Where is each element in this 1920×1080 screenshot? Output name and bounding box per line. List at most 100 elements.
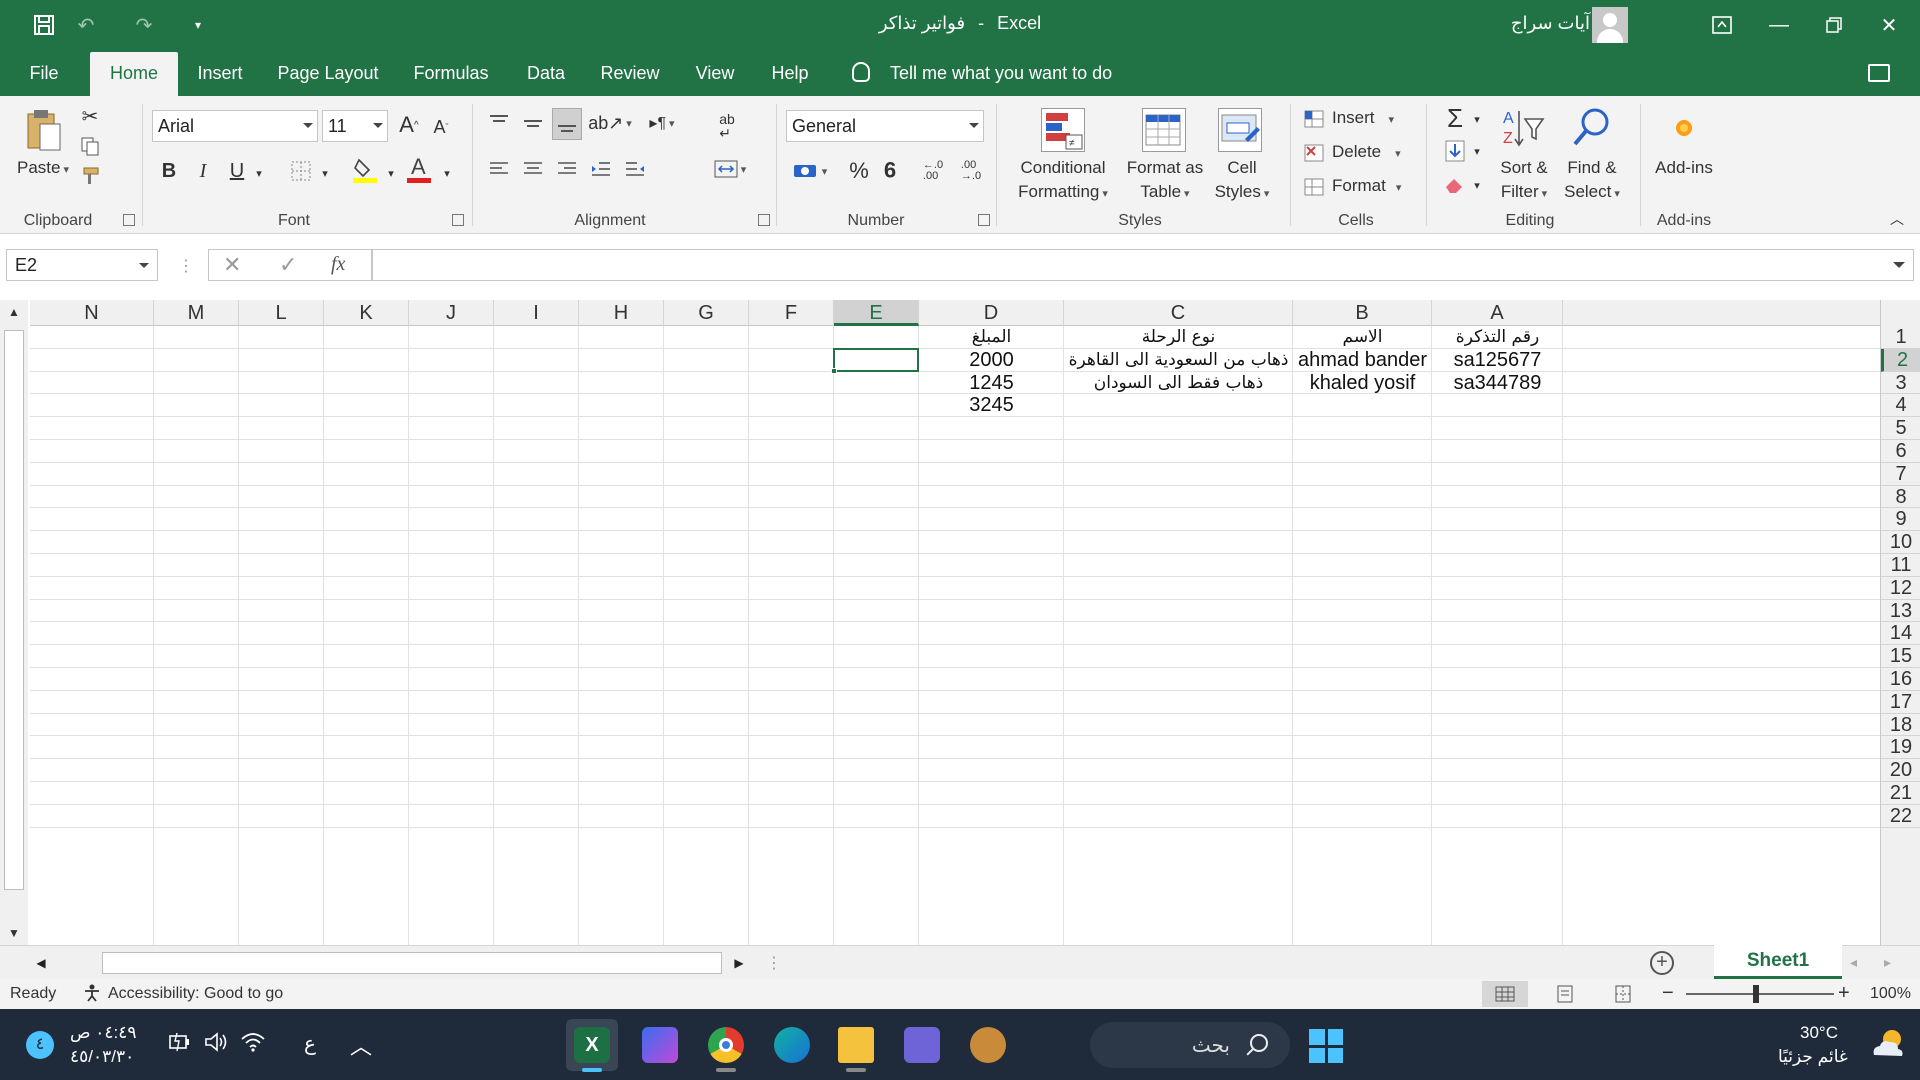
insert-cells-icon[interactable] [1302,108,1326,130]
cell-C2[interactable]: ذهاب من السعودية الى القاهرة [1064,349,1293,372]
user-name[interactable]: آيات سراج [1511,13,1590,34]
clock-time[interactable]: ٠٤:٤٩ ص [70,1023,137,1043]
decrease-decimal-icon[interactable]: .00 →.0 [956,156,986,186]
start-button[interactable] [1309,1029,1343,1063]
taskbar-widget-app[interactable] [962,1019,1014,1071]
tab-split-grip-icon[interactable]: ⋮ [766,953,782,973]
worksheet-grid[interactable]: NMLKJIHGFEDCBA 1 2 3 4 5 6 7 8 9 10 11 12 13 14 15 16 17… [0,300,1920,945]
accessibility-icon[interactable] [82,983,102,1008]
fill-dropdown-icon[interactable]: ▾ [1470,140,1484,162]
scroll-down-icon[interactable]: ▼ [4,923,24,943]
page-break-view-icon[interactable] [1600,981,1646,1007]
cell-styles-icon[interactable] [1218,108,1262,152]
cell-D1[interactable]: المبلغ [919,326,1064,349]
row-header-10[interactable]: 10 [1881,531,1920,554]
font-size-select[interactable]: 11 [322,110,388,142]
accessibility-status[interactable]: Accessibility: Good to go [108,985,283,1003]
format-cells-button[interactable]: Format ▾ [1332,174,1401,200]
zoom-in-button[interactable]: + [1838,982,1850,1005]
delete-cells-button[interactable]: Delete ▾ [1332,140,1401,166]
row-header-17[interactable]: 17 [1881,691,1920,714]
cell-A1[interactable]: رقم التذكرة [1432,326,1563,349]
cell-C3[interactable]: ذهاب فقط الى السودان [1064,372,1293,395]
ribbon-display-icon[interactable] [1691,0,1753,50]
formula-input[interactable] [372,249,1914,281]
vertical-scrollbar[interactable]: ▲ ▼ [0,300,28,945]
clear-dropdown-icon[interactable]: ▾ [1470,174,1484,196]
align-left-icon[interactable] [486,156,512,182]
tab-insert[interactable]: Insert [190,50,250,96]
increase-decimal-icon[interactable]: ←.0.00 [918,156,948,186]
column-header-E[interactable]: E [834,300,919,326]
column-header-B[interactable]: B [1293,300,1432,326]
bottom-align-icon[interactable] [552,108,582,140]
horizontal-scrollbar[interactable]: ◀ ▶ [28,950,752,976]
taskbar-copilot[interactable] [634,1019,686,1071]
sort-filter-icon[interactable]: AZ [1500,104,1546,152]
shrink-font-icon[interactable]: Aˇ [428,112,454,142]
weather-partly-cloudy-icon[interactable] [1868,1025,1908,1068]
scroll-up-icon[interactable]: ▲ [4,302,24,322]
add-ins-button[interactable]: Add-ins [1648,156,1720,180]
rtl-direction-icon[interactable]: ▸¶ ▾ [644,110,680,136]
row-header-1[interactable]: 1 [1881,326,1920,349]
minimize-icon[interactable]: — [1748,0,1810,50]
copy-icon[interactable] [78,134,102,158]
font-launcher-icon[interactable] [452,214,464,226]
row-header-5[interactable]: 5 [1881,417,1920,440]
column-header-C[interactable]: C [1064,300,1293,326]
zoom-out-button[interactable]: − [1662,982,1674,1005]
column-header-J[interactable]: J [409,300,494,326]
taskbar-search[interactable]: بحث [1090,1022,1290,1068]
volume-icon[interactable] [204,1031,230,1058]
conditional-formatting-button[interactable]: Conditional Formatting ▾ [1010,156,1116,206]
fill-color-icon[interactable] [352,154,378,186]
middle-align-icon[interactable] [520,110,546,136]
scroll-left-icon[interactable]: ◀ [32,954,50,972]
column-header-H[interactable]: H [579,300,664,326]
zoom-slider[interactable] [1686,993,1834,995]
column-header-K[interactable]: K [324,300,409,326]
show-hidden-icons[interactable]: ︿ [350,1029,372,1061]
page-layout-view-icon[interactable] [1542,981,1588,1007]
underline-button[interactable]: U [224,156,250,186]
next-sheet-icon[interactable]: ▸ [1884,954,1891,971]
vertical-scroll-thumb[interactable] [4,330,24,890]
decrease-indent-icon[interactable] [588,156,614,182]
increase-indent-icon[interactable] [622,156,648,182]
format-cells-icon[interactable] [1302,176,1326,198]
font-color-icon[interactable]: A [406,152,432,186]
font-name-select[interactable]: Arial [152,110,318,142]
number-format-select[interactable]: General [786,110,984,142]
row-header-16[interactable]: 16 [1881,668,1920,691]
column-header-F[interactable]: F [749,300,834,326]
avatar[interactable] [1592,7,1628,43]
cell-D2[interactable]: 2000 [919,349,1064,372]
expand-formula-bar-icon[interactable] [1893,262,1905,268]
battery-icon[interactable] [168,1031,192,1058]
cell-A3[interactable]: sa344789 [1432,372,1563,395]
fill-color-dropdown-icon[interactable]: ▾ [384,158,398,188]
tab-home[interactable]: Home [90,52,178,96]
orientation-icon[interactable]: ab↗ ▾ [588,110,632,136]
row-header-19[interactable]: 19 [1881,736,1920,760]
column-header-G[interactable]: G [664,300,749,326]
row-header-8[interactable]: 8 [1881,486,1920,509]
close-icon[interactable]: ✕ [1858,0,1920,50]
comma-style-button[interactable]: 9 [880,154,900,184]
tab-view[interactable]: View [692,50,738,96]
format-painter-icon[interactable] [78,164,102,188]
fill-handle[interactable] [831,367,837,374]
row-header-7[interactable]: 7 [1881,463,1920,486]
percent-style-button[interactable]: % [846,156,872,186]
wifi-icon[interactable] [240,1031,266,1058]
insert-cells-button[interactable]: Insert ▾ [1332,106,1394,132]
row-header-14[interactable]: 14 [1881,622,1920,646]
weather-desc[interactable]: غائم جزئيًا [1778,1047,1848,1067]
tab-review[interactable]: Review [598,50,662,96]
format-as-table-button[interactable]: Format as Table ▾ [1120,156,1210,206]
column-header-M[interactable]: M [154,300,239,326]
align-right-icon[interactable] [554,156,580,182]
column-header-D[interactable]: D [919,300,1064,326]
cell-D4[interactable]: 3245 [919,394,1064,417]
